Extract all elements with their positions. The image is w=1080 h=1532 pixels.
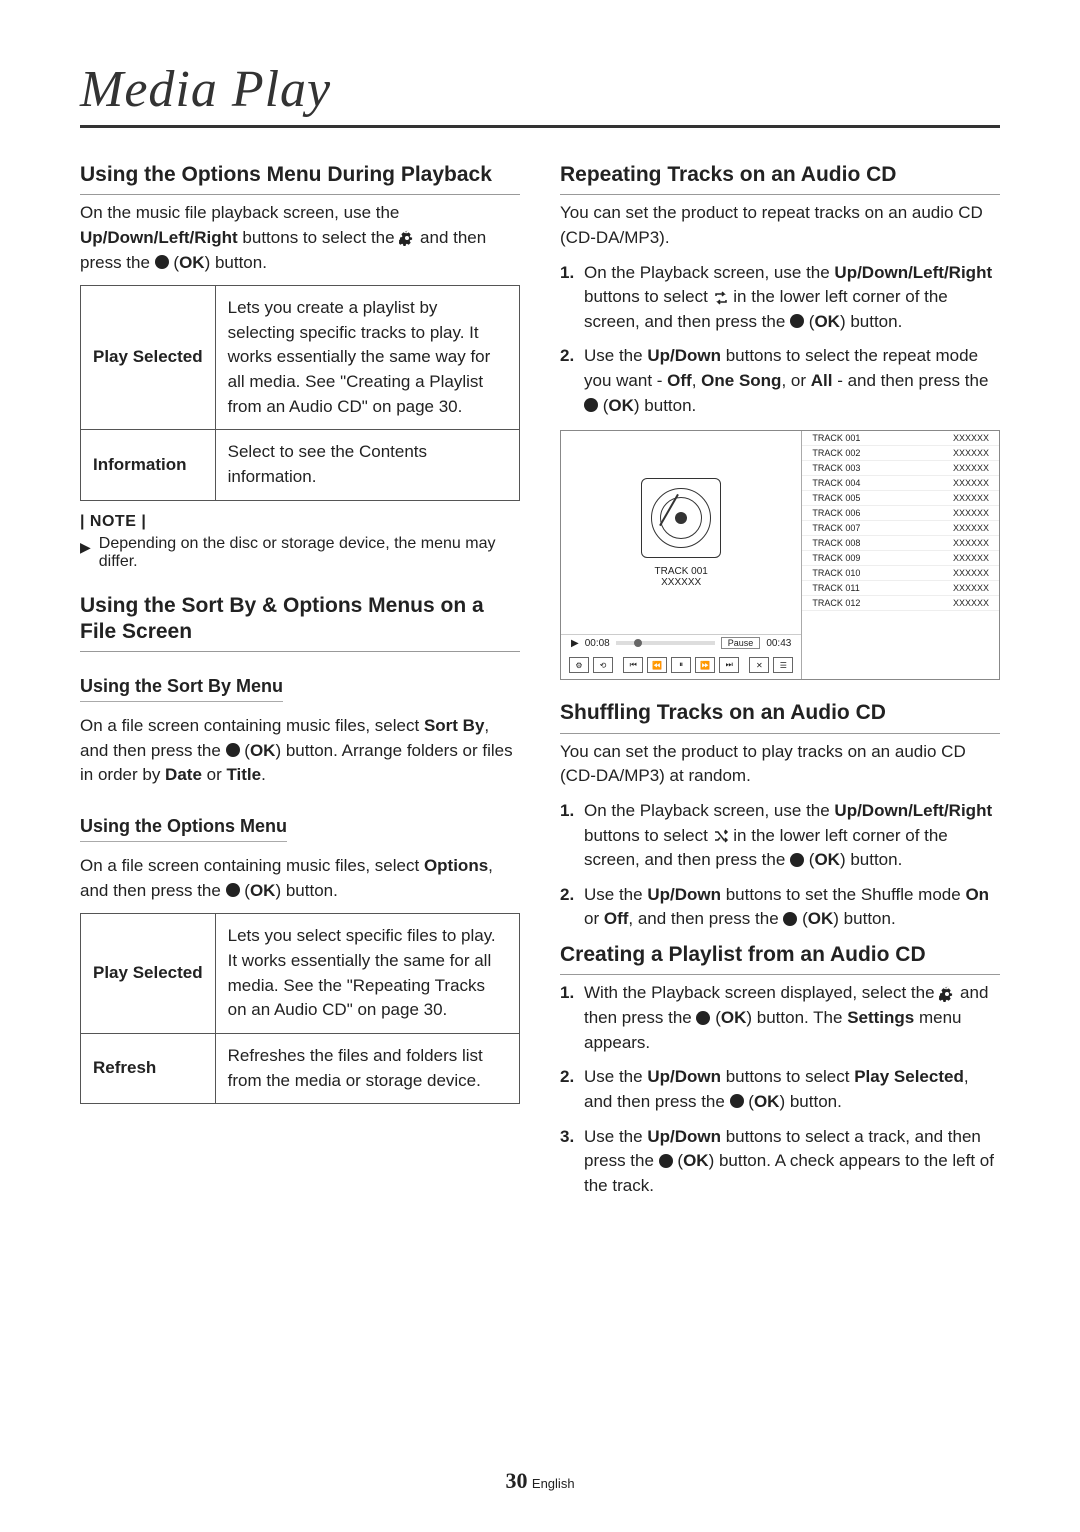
paragraph: You can set the product to repeat tracks… bbox=[560, 201, 1000, 250]
track-row[interactable]: TRACK 004XXXXXX bbox=[802, 476, 999, 491]
enter-icon bbox=[584, 398, 598, 412]
page-title: Media Play bbox=[80, 60, 1000, 128]
disc-icon bbox=[641, 478, 721, 558]
cell-label: Information bbox=[81, 430, 216, 500]
shuffle-button[interactable]: ✕ bbox=[749, 657, 769, 673]
track-row[interactable]: TRACK 007XXXXXX bbox=[802, 521, 999, 536]
progress-row: ▶ 00:08 Pause 00:43 bbox=[561, 634, 801, 651]
rewind-button[interactable]: ⏪ bbox=[647, 657, 667, 673]
options-table-1: Play Selected Lets you create a playlist… bbox=[80, 285, 520, 500]
options-table-2: Play Selected Lets you select specific f… bbox=[80, 913, 520, 1104]
repeat-icon bbox=[713, 289, 729, 305]
columns: Using the Options Menu During Playback O… bbox=[80, 156, 1000, 1208]
heading-creating-playlist: Creating a Playlist from an Audio CD bbox=[560, 942, 1000, 975]
cell-desc: Lets you create a playlist by selecting … bbox=[215, 286, 519, 430]
track-row[interactable]: TRACK 006XXXXXX bbox=[802, 506, 999, 521]
note-body: ▶ Depending on the disc or storage devic… bbox=[80, 535, 520, 571]
pause-button[interactable]: ⏸ bbox=[671, 657, 691, 673]
time-elapsed: 00:08 bbox=[585, 638, 610, 649]
track-row[interactable]: TRACK 003XXXXXX bbox=[802, 461, 999, 476]
enter-icon bbox=[659, 1154, 673, 1168]
heading-sort-options-menus: Using the Sort By & Options Menus on a F… bbox=[80, 593, 520, 653]
table-row: Refresh Refreshes the files and folders … bbox=[81, 1033, 520, 1103]
list-button[interactable]: ☰ bbox=[773, 657, 793, 673]
track-row[interactable]: TRACK 005XXXXXX bbox=[802, 491, 999, 506]
list-item: 1. On the Playback screen, use the Up/Do… bbox=[560, 261, 1000, 335]
time-total: 00:43 bbox=[766, 638, 791, 649]
list-item: 2. Use the Up/Down buttons to select Pla… bbox=[560, 1065, 1000, 1114]
progress-bar[interactable] bbox=[616, 641, 715, 645]
paragraph: You can set the product to play tracks o… bbox=[560, 740, 1000, 789]
mode-label: Pause bbox=[721, 637, 761, 649]
repeat-button[interactable]: ⟲ bbox=[593, 657, 613, 673]
list-item: 1. With the Playback screen displayed, s… bbox=[560, 981, 1000, 1055]
cell-desc: Lets you select specific files to play. … bbox=[215, 914, 519, 1034]
cell-label: Play Selected bbox=[81, 914, 216, 1034]
track-row[interactable]: TRACK 009XXXXXX bbox=[802, 551, 999, 566]
player-screenshot: TRACK 001 XXXXXX ▶ 00:08 Pause 00:43 ⚙ ⟲ bbox=[560, 430, 1000, 680]
enter-icon bbox=[226, 883, 240, 897]
list-item: 2. Use the Up/Down buttons to set the Sh… bbox=[560, 883, 1000, 932]
player-left-pane: TRACK 001 XXXXXX ▶ 00:08 Pause 00:43 ⚙ ⟲ bbox=[561, 431, 802, 679]
list-item: 2. Use the Up/Down buttons to select the… bbox=[560, 344, 1000, 418]
table-row: Play Selected Lets you select specific f… bbox=[81, 914, 520, 1034]
track-row[interactable]: TRACK 008XXXXXX bbox=[802, 536, 999, 551]
album-art-area: TRACK 001 XXXXXX bbox=[561, 431, 801, 634]
enter-icon bbox=[790, 853, 804, 867]
cell-label: Refresh bbox=[81, 1033, 216, 1103]
subheading-options-menu: Using the Options Menu bbox=[80, 816, 287, 842]
page: Media Play Using the Options Menu During… bbox=[0, 0, 1080, 1532]
play-icon: ▶ bbox=[571, 638, 579, 649]
heading-shuffling-tracks: Shuffling Tracks on an Audio CD bbox=[560, 700, 1000, 733]
cell-label: Play Selected bbox=[81, 286, 216, 430]
control-row: ⚙ ⟲ ⏮ ⏪ ⏸ ⏩ ⏭ ✕ ☰ bbox=[561, 651, 801, 679]
forward-button[interactable]: ⏩ bbox=[695, 657, 715, 673]
note-label: | NOTE | bbox=[80, 513, 520, 531]
enter-icon bbox=[696, 1011, 710, 1025]
right-column: Repeating Tracks on an Audio CD You can … bbox=[560, 156, 1000, 1208]
ordered-list-playlist: 1. With the Playback screen displayed, s… bbox=[560, 981, 1000, 1198]
gear-icon bbox=[939, 985, 955, 1001]
list-item: 1. On the Playback screen, use the Up/Do… bbox=[560, 799, 1000, 873]
list-item: 3. Use the Up/Down buttons to select a t… bbox=[560, 1125, 1000, 1199]
paragraph: On a file screen containing music files,… bbox=[80, 854, 520, 903]
paragraph: On the music file playback screen, use t… bbox=[80, 201, 520, 275]
current-track: TRACK 001 XXXXXX bbox=[654, 566, 707, 588]
gear-icon bbox=[399, 229, 415, 245]
paragraph: On a file screen containing music files,… bbox=[80, 714, 520, 788]
page-language: English bbox=[532, 1476, 575, 1491]
heading-options-during-playback: Using the Options Menu During Playback bbox=[80, 162, 520, 195]
table-row: Play Selected Lets you create a playlist… bbox=[81, 286, 520, 430]
cell-desc: Refreshes the files and folders list fro… bbox=[215, 1033, 519, 1103]
track-row[interactable]: TRACK 011XXXXXX bbox=[802, 581, 999, 596]
enter-icon bbox=[790, 314, 804, 328]
track-row[interactable]: TRACK 001XXXXXX bbox=[802, 431, 999, 446]
bullet-icon: ▶ bbox=[80, 535, 91, 571]
page-number: 30 bbox=[505, 1468, 527, 1493]
enter-icon bbox=[226, 743, 240, 757]
next-button[interactable]: ⏭ bbox=[719, 657, 739, 673]
prev-button[interactable]: ⏮ bbox=[623, 657, 643, 673]
left-column: Using the Options Menu During Playback O… bbox=[80, 156, 520, 1208]
track-row[interactable]: TRACK 010XXXXXX bbox=[802, 566, 999, 581]
page-footer: 30 English bbox=[0, 1468, 1080, 1494]
track-row[interactable]: TRACK 012XXXXXX bbox=[802, 596, 999, 611]
ordered-list-shuffle: 1. On the Playback screen, use the Up/Do… bbox=[560, 799, 1000, 932]
subheading-sort-by: Using the Sort By Menu bbox=[80, 676, 283, 702]
track-list[interactable]: TRACK 001XXXXXXTRACK 002XXXXXXTRACK 003X… bbox=[802, 431, 999, 679]
shuffle-icon bbox=[713, 827, 729, 843]
settings-button[interactable]: ⚙ bbox=[569, 657, 589, 673]
cell-desc: Select to see the Contents information. bbox=[215, 430, 519, 500]
enter-icon bbox=[730, 1094, 744, 1108]
enter-icon bbox=[155, 255, 169, 269]
track-row[interactable]: TRACK 002XXXXXX bbox=[802, 446, 999, 461]
enter-icon bbox=[783, 912, 797, 926]
ordered-list-repeat: 1. On the Playback screen, use the Up/Do… bbox=[560, 261, 1000, 419]
heading-repeating-tracks: Repeating Tracks on an Audio CD bbox=[560, 162, 1000, 195]
table-row: Information Select to see the Contents i… bbox=[81, 430, 520, 500]
